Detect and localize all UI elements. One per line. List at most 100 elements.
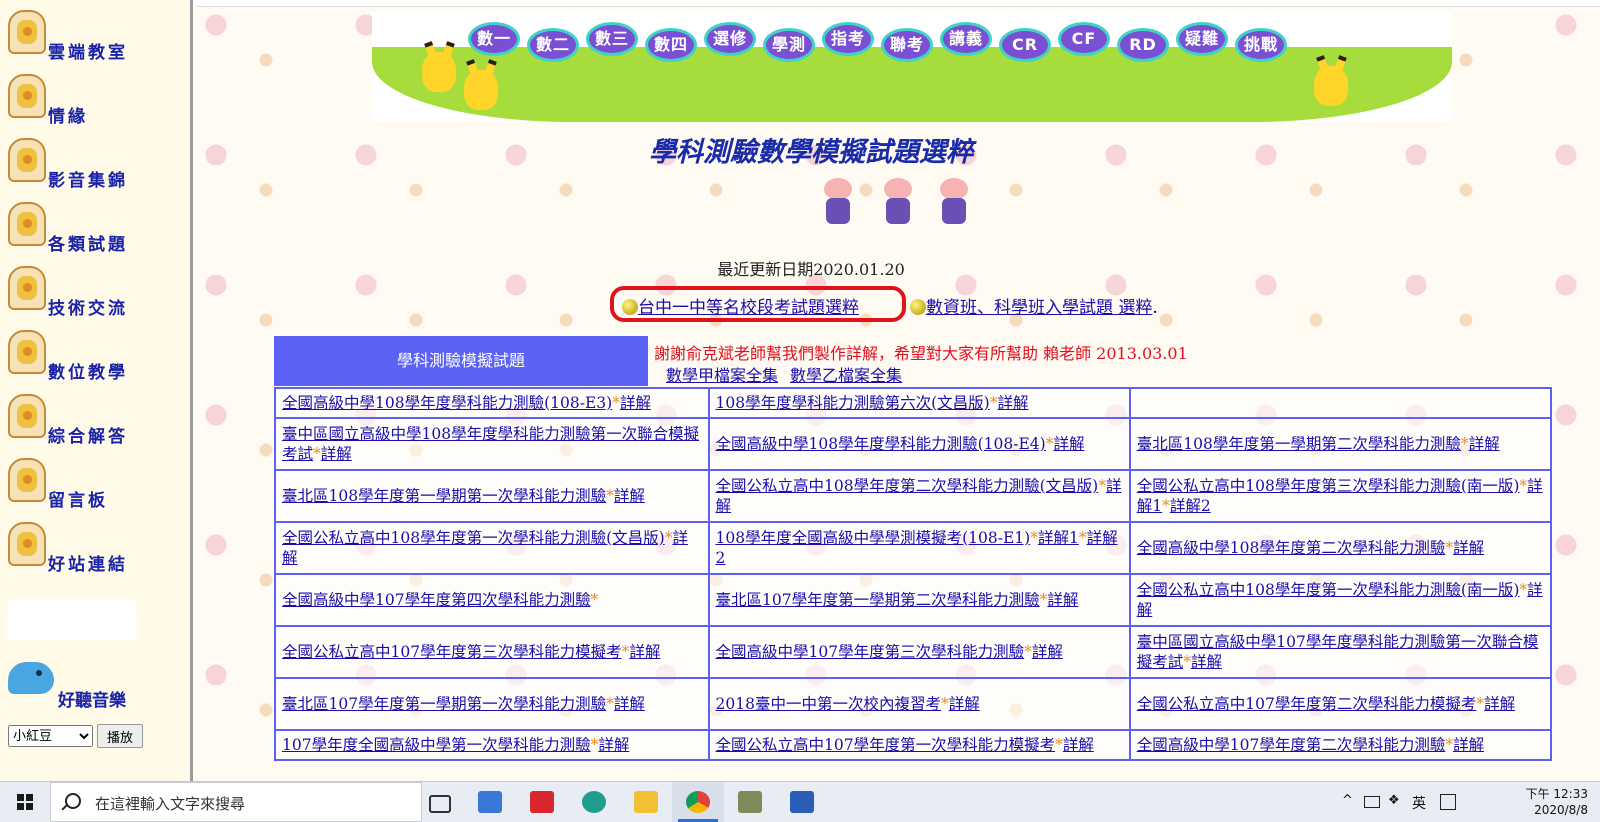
gift-icon[interactable] bbox=[516, 782, 568, 822]
solution-link[interactable]: 詳解 bbox=[1453, 539, 1484, 557]
solution-link[interactable]: 詳解 bbox=[629, 643, 660, 661]
chevron-up-icon[interactable]: ^ bbox=[1342, 793, 1353, 808]
solution-link[interactable]: 詳解 bbox=[1484, 695, 1515, 713]
exam-link[interactable]: 全國高級中學107學年度第四次學科能力測驗 bbox=[282, 591, 591, 609]
banner-nav-button[interactable]: CF bbox=[1058, 22, 1110, 56]
nav-item[interactable]: 好站連結 bbox=[8, 522, 188, 578]
table-row: 全國公私立高中107學年度第三次學科能力模擬考*詳解 全國高級中學107學年度第三… bbox=[274, 625, 1553, 679]
solution-link[interactable]: 詳解 bbox=[1032, 643, 1063, 661]
clock[interactable]: 下午 12:33 2020/8/8 bbox=[1526, 786, 1588, 818]
solution-link[interactable]: 詳解 bbox=[321, 445, 352, 463]
solution-link[interactable]: 詳解 bbox=[1053, 435, 1084, 453]
banner-nav-button[interactable]: 學測 bbox=[763, 28, 815, 62]
exam-link[interactable]: 全國高級中學107學年度第二次學科能力測驗 bbox=[1137, 736, 1446, 754]
toast-icon bbox=[8, 394, 46, 438]
windows-start-icon[interactable] bbox=[0, 782, 50, 822]
table-cell: 全國公私立高中107學年度第一次學科能力模擬考*詳解 bbox=[707, 729, 1131, 761]
task-view-icon[interactable] bbox=[412, 782, 464, 822]
books-icon[interactable] bbox=[724, 782, 776, 822]
exam-link[interactable]: 全國公私立高中107學年度第一次學科能力模擬考 bbox=[716, 736, 1056, 754]
edge-icon[interactable] bbox=[568, 782, 620, 822]
exam-link[interactable]: 108學年度全國高級中學學測模擬考(108-E1) bbox=[716, 529, 1031, 547]
nav-item[interactable]: 綜合解答 bbox=[8, 394, 188, 450]
play-button[interactable]: 播放 bbox=[97, 724, 143, 748]
exam-link[interactable]: 全國高級中學108學年度學科能力測驗(108-E4) bbox=[716, 435, 1046, 453]
exam-link[interactable]: 107學年度全國高級中學第一次學科能力測驗 bbox=[282, 736, 591, 754]
nav-item[interactable]: 數位教學 bbox=[8, 330, 188, 386]
banner-nav-button[interactable]: 疑難 bbox=[1176, 22, 1228, 56]
table-cell: 全國公私立高中108學年度第二次學科能力測驗(文昌版)*詳解 bbox=[707, 469, 1131, 523]
download-link[interactable]: 數學甲檔案全集 bbox=[666, 366, 778, 385]
exam-link[interactable]: 全國公私立高中108學年度第三次學科能力測驗(南一版) bbox=[1137, 477, 1520, 495]
exam-link[interactable]: 臺北區108學年度第一學期第二次學科能力測驗 bbox=[1137, 435, 1461, 453]
exam-link[interactable]: 全國公私立高中107學年度第三次學科能力模擬考 bbox=[282, 643, 622, 661]
exam-link[interactable]: 全國公私立高中108學年度第二次學科能力測驗(文昌版) bbox=[716, 477, 1099, 495]
solution-link[interactable]: 詳解 bbox=[620, 394, 651, 412]
entrance-exam-link[interactable]: 數資班、科學班入學試題 選粹 bbox=[926, 298, 1152, 318]
solution-link[interactable]: 詳解 bbox=[949, 695, 980, 713]
star-marker: * bbox=[1078, 529, 1087, 547]
table-cell: 全國公私立高中108學年度第一次學科能力測驗(文昌版)*詳解 bbox=[274, 521, 710, 575]
solution-link[interactable]: 詳解2 bbox=[1170, 497, 1211, 515]
solution-link[interactable]: 詳解 bbox=[1191, 653, 1222, 671]
star-marker: * bbox=[1055, 736, 1063, 754]
ime-indicator[interactable]: 英 bbox=[1412, 793, 1426, 813]
nav-item[interactable]: 情緣 bbox=[8, 74, 188, 130]
exam-link[interactable]: 臺北區108學年度第一學期第一次學科能力測驗 bbox=[282, 487, 606, 505]
nav-item[interactable]: 各類試題 bbox=[8, 202, 188, 258]
banner-nav-button[interactable]: 指考 bbox=[822, 22, 874, 56]
table-cell: 全國高級中學107學年度第四次學科能力測驗* bbox=[274, 573, 710, 627]
file-explorer-icon[interactable] bbox=[620, 782, 672, 822]
exam-link[interactable]: 全國公私立高中108學年度第一次學科能力測驗(文昌版) bbox=[282, 529, 665, 547]
banner-nav-button[interactable]: 講義 bbox=[940, 22, 992, 56]
banner-nav-button[interactable]: 數四 bbox=[645, 28, 697, 62]
dropbox-icon[interactable]: ❖ bbox=[1388, 793, 1400, 808]
solution-link[interactable]: 詳解 bbox=[1453, 736, 1484, 754]
nav-item[interactable]: 影音集錦 bbox=[8, 138, 188, 194]
nav-item[interactable]: 雲端教室 bbox=[8, 10, 188, 66]
banner-nav-button[interactable]: 聯考 bbox=[881, 28, 933, 62]
star-marker: * bbox=[313, 445, 321, 463]
solution-link[interactable]: 詳解 bbox=[1047, 591, 1078, 609]
solution-link[interactable]: 詳解 bbox=[1469, 435, 1500, 453]
banner-nav-button[interactable]: 選修 bbox=[704, 22, 756, 56]
notification-icon[interactable] bbox=[1440, 794, 1456, 810]
exam-link[interactable]: 全國高級中學108學年度第二次學科能力測驗 bbox=[1137, 539, 1446, 557]
exam-link[interactable]: 全國高級中學108學年度學科能力測驗(108-E3) bbox=[282, 394, 612, 412]
table-cell: 臺北區108學年度第一學期第一次學科能力測驗*詳解 bbox=[274, 469, 710, 523]
nav-item[interactable]: 留言板 bbox=[8, 458, 188, 514]
solution-link[interactable]: 詳解 bbox=[997, 394, 1028, 412]
table-row: 臺中區國立高級中學108學年度學科能力測驗第一次聯合模擬考試*詳解 全國高級中學1… bbox=[274, 417, 1553, 471]
solution-link[interactable]: 詳解 bbox=[1063, 736, 1094, 754]
taskbar-search-box[interactable]: 在這裡輸入文字來搜尋 bbox=[50, 782, 422, 822]
banner-nav-button[interactable]: 數二 bbox=[527, 28, 579, 62]
table-cell: 臺北區107學年度第一學期第二次學科能力測驗*詳解 bbox=[707, 573, 1131, 627]
solution-link[interactable]: 詳解 bbox=[598, 736, 629, 754]
download-link[interactable]: 數學乙檔案全集 bbox=[790, 366, 902, 385]
music-select[interactable]: 小紅豆 bbox=[8, 725, 93, 747]
banner-nav-button[interactable]: 挑戰 bbox=[1235, 28, 1287, 62]
exam-link[interactable]: 全國公私立高中107學年度第二次學科能力模擬考 bbox=[1137, 695, 1477, 713]
exam-link[interactable]: 臺北區107學年度第一學期第一次學科能力測驗 bbox=[282, 695, 606, 713]
store-icon[interactable] bbox=[464, 782, 516, 822]
exam-link[interactable]: 全國高級中學107學年度第三次學科能力測驗 bbox=[716, 643, 1025, 661]
left-nav-frame: 雲端教室 情緣 影音集錦 各類試題 技術交流 數位教學 綜合解答 留言板 好站連結 好聽音樂 小… bbox=[0, 0, 193, 781]
banner-nav-button[interactable]: RD bbox=[1117, 28, 1169, 62]
solution-link[interactable]: 詳解 bbox=[614, 695, 645, 713]
banner-nav-button[interactable]: 數一 bbox=[468, 22, 520, 56]
chrome-icon[interactable] bbox=[672, 782, 724, 822]
exam-link[interactable]: 臺北區107學年度第一學期第二次學科能力測驗 bbox=[716, 591, 1040, 609]
network-icon[interactable] bbox=[1364, 796, 1380, 808]
school-exams-link[interactable]: 台中一中等名校段考試題選粹 bbox=[638, 298, 859, 318]
word-icon[interactable] bbox=[776, 782, 828, 822]
solution-link[interactable]: 詳解1 bbox=[1038, 529, 1079, 547]
banner-nav-button[interactable]: CR bbox=[999, 28, 1051, 62]
table-cell: 108學年度全國高級中學學測模擬考(108-E1)*詳解1*詳解2 bbox=[707, 521, 1131, 575]
exam-link[interactable]: 108學年度學科能力測驗第六次(文昌版) bbox=[716, 394, 990, 412]
banner-nav-button[interactable]: 數三 bbox=[586, 22, 638, 56]
solution-link[interactable]: 詳解 bbox=[614, 487, 645, 505]
exam-link[interactable]: 全國公私立高中108學年度第一次學科能力測驗(南一版) bbox=[1137, 581, 1520, 599]
exam-link[interactable]: 2018臺中一中第一次校內複習考 bbox=[716, 695, 941, 713]
table-header: 學科測驗模擬試題 bbox=[274, 336, 648, 386]
nav-item[interactable]: 技術交流 bbox=[8, 266, 188, 322]
